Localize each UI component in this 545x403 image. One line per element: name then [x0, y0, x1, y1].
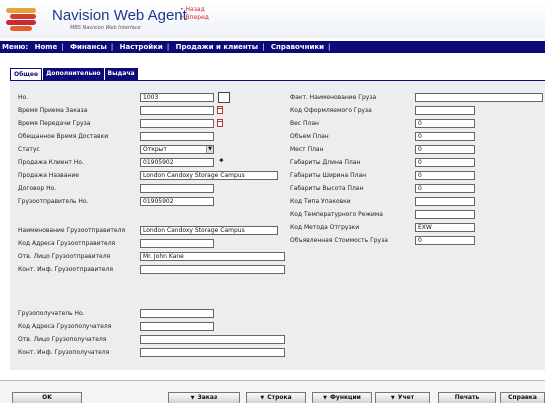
shipper-no-field[interactable]: 01905902: [140, 197, 214, 206]
triangle-down-icon: ▼: [323, 395, 327, 401]
print-button[interactable]: Печать: [438, 392, 496, 403]
field-label-shipper-info: Конт. Инф. Грузоотправителя: [18, 266, 114, 273]
field-label-weight-plan: Вес План: [290, 120, 319, 127]
field-label-consignee-address: Код Адреса Грузополучателя: [18, 323, 112, 330]
field-label-width-plan: Габариты Ширина План: [290, 172, 367, 179]
triangle-down-icon: ▼: [390, 395, 395, 401]
app-title: Navision Web Agent: [52, 7, 187, 24]
tab-additional[interactable]: Дополнительно: [43, 68, 104, 80]
bottom-toolbar: OK ▼ Заказ ▼ Строка ▼ Функции ▼ Учет Печать …: [0, 380, 545, 403]
volume-plan-field[interactable]: 0: [415, 132, 475, 141]
field-label-promised-time: Обещанное Время Доставки: [18, 133, 109, 140]
navision-logo-icon: [4, 6, 38, 32]
field-label-actual-cargo-name: Факт. Наименование Груза: [290, 94, 377, 101]
length-plan-field[interactable]: 0: [415, 158, 475, 167]
menu-bar: Меню: Home | Финансы | Настройки | Продажи …: [0, 41, 545, 53]
shipper-name-field[interactable]: London Candoxy Storage Campus: [140, 226, 278, 235]
line-menu-button[interactable]: ▼ Строка: [246, 392, 306, 403]
declared-value-field[interactable]: 0: [415, 236, 475, 245]
field-label-consignee-contact: Отв. Лицо Грузополучателя: [18, 336, 107, 343]
field-label-status: Статус: [18, 146, 40, 153]
customer-no-field[interactable]: 01905902: [140, 158, 214, 167]
field-label-customer-no: Продажа Клиент Но.: [18, 159, 84, 166]
contract-no-field[interactable]: [140, 184, 214, 193]
app-subtitle: MBS Navision Web Interface: [70, 25, 141, 31]
menu-label: Меню:: [2, 43, 29, 51]
promised-time-field[interactable]: [140, 132, 214, 141]
field-label-consignee-no: Грузополучатель Но.: [18, 310, 85, 317]
ok-button[interactable]: OK: [12, 392, 82, 403]
tab-strip: Общее Дополнительно Выдача: [10, 68, 139, 80]
menu-item-home[interactable]: Home: [35, 43, 58, 51]
back-link[interactable]: • Назад: [180, 6, 205, 13]
order-menu-button[interactable]: ▼ Заказ: [168, 392, 240, 403]
shipper-address-field[interactable]: [140, 239, 214, 248]
functions-menu-button[interactable]: ▼ Функции: [312, 392, 372, 403]
status-value: Открыт: [143, 146, 167, 153]
field-label-shipper-contact: Отв. Лицо Грузоотправителя: [18, 253, 111, 260]
chevron-down-icon[interactable]: ▼: [206, 146, 213, 153]
help-button[interactable]: Справка: [500, 392, 545, 403]
triangle-down-icon: ▼: [190, 395, 195, 401]
consignee-contact-field[interactable]: [140, 335, 285, 344]
forward-link[interactable]: • Вперед: [180, 14, 209, 21]
field-label-no: Но.: [18, 94, 29, 101]
tab-output[interactable]: Выдача: [104, 68, 138, 80]
weight-plan-field[interactable]: 0: [415, 119, 475, 128]
status-select[interactable]: Открыт ▼: [140, 145, 214, 154]
field-label-temperature-mode: Код Температурного Режима: [290, 211, 383, 218]
field-label-shipper-address: Код Адреса Грузоотправителя: [18, 240, 116, 247]
sale-name-field[interactable]: London Candoxy Storage Campus: [140, 171, 278, 180]
lookup-button[interactable]: [218, 92, 230, 103]
field-label-handover-time: Время Передачи Груза: [18, 120, 91, 127]
field-label-sale-name: Продажа Название: [18, 172, 79, 179]
field-label-consignee-info: Конт. Инф. Грузополучателя: [18, 349, 110, 356]
menu-item-reference[interactable]: Справочники: [271, 43, 324, 51]
height-plan-field[interactable]: 0: [415, 184, 475, 193]
field-label-shipper-name: Наименование Грузоотправителя: [18, 227, 126, 234]
cargo-code-field[interactable]: [415, 106, 475, 115]
triangle-down-icon: ▼: [260, 395, 265, 401]
field-label-shipment-method: Код Метода Отгрузки: [290, 224, 360, 231]
posting-menu-button[interactable]: ▼ Учет: [375, 392, 430, 403]
field-label-volume-plan: Объем План: [290, 133, 329, 140]
shipper-contact-field[interactable]: Mr. John Kane: [140, 252, 285, 261]
calendar-icon[interactable]: [217, 106, 223, 114]
field-label-declared-value: Объявленная Стоимость Груза: [290, 237, 388, 244]
field-label-cargo-code: Код Оформляемого Груза: [290, 107, 372, 114]
menu-item-finance[interactable]: Финансы: [70, 43, 107, 51]
temperature-mode-field[interactable]: [415, 210, 475, 219]
order-time-field[interactable]: [140, 106, 214, 115]
field-label-package-type: Код Типа Упаковки: [290, 198, 351, 205]
field-label-places-plan: Мест План: [290, 146, 324, 153]
field-label-shipper-no: Грузоотправитель Но.: [18, 198, 89, 205]
shipment-method-field[interactable]: EXW: [415, 223, 475, 232]
consignee-address-field[interactable]: [140, 322, 214, 331]
field-label-length-plan: Габариты Длина План: [290, 159, 361, 166]
actual-cargo-name-field[interactable]: [415, 93, 543, 102]
package-type-field[interactable]: [415, 197, 475, 206]
field-label-contract-no: Договор Но.: [18, 185, 57, 192]
shipper-info-field[interactable]: [140, 265, 285, 274]
no-field[interactable]: 1003: [140, 93, 214, 102]
menu-item-sales[interactable]: Продажи и клиенты: [176, 43, 258, 51]
consignee-no-field[interactable]: [140, 309, 214, 318]
handover-time-field[interactable]: [140, 119, 214, 128]
field-label-order-time: Время Приема Заказа: [18, 107, 88, 114]
field-label-height-plan: Габариты Высота План: [290, 185, 364, 192]
places-plan-field[interactable]: 0: [415, 145, 475, 154]
width-plan-field[interactable]: 0: [415, 171, 475, 180]
menu-item-settings[interactable]: Настройки: [120, 43, 163, 51]
calendar-icon[interactable]: [217, 119, 223, 127]
pin-icon[interactable]: ✦: [218, 156, 225, 165]
app-header: Navision Web Agent MBS Navision Web Inte…: [0, 0, 545, 38]
consignee-info-field[interactable]: [140, 348, 285, 357]
form-panel: Но. 1003 Время Приема Заказа Время Перед…: [10, 80, 545, 370]
tab-general[interactable]: Общее: [10, 68, 43, 80]
